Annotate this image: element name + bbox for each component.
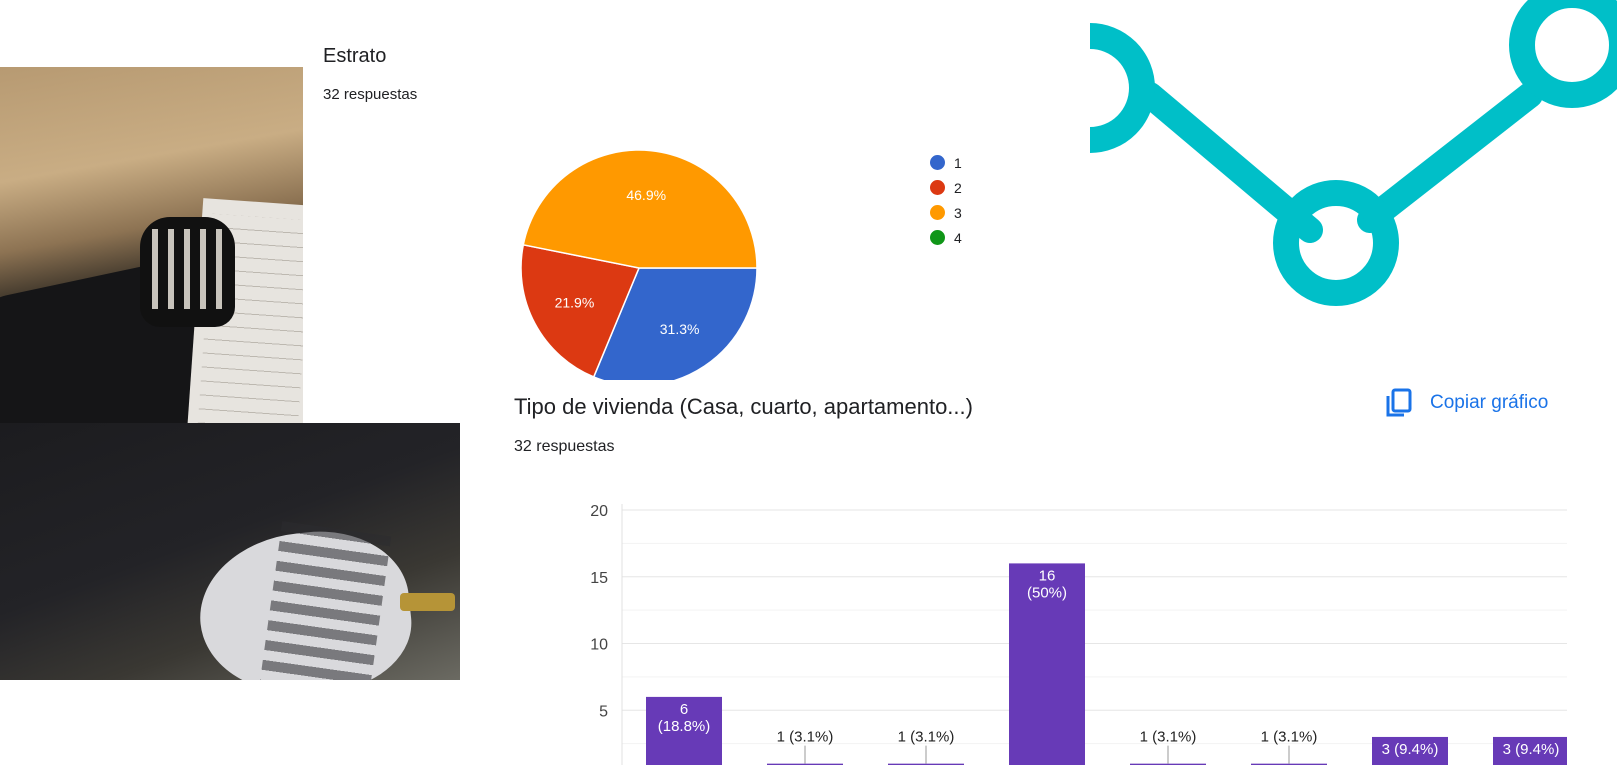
connector-line-right	[1357, 82, 1543, 233]
legend-dot-3	[930, 205, 945, 220]
survey-photo-top	[0, 67, 303, 427]
copy-icon	[1386, 388, 1412, 417]
photo-bag-print	[258, 521, 392, 680]
strata-legend: 1 2 3 4	[930, 150, 962, 250]
connector-node-right	[1509, 0, 1617, 108]
legend-item-3: 3	[930, 200, 962, 225]
legend-dot-4	[930, 230, 945, 245]
y-tick-20: 20	[590, 503, 608, 520]
photo-glove-pattern	[152, 229, 222, 309]
housing-question-title: Tipo de vivienda (Casa, cuarto, apartame…	[514, 394, 973, 419]
legend-label-3: 3	[954, 204, 962, 221]
pie-slice-3	[522, 149, 758, 269]
connector-node-left	[1090, 23, 1155, 153]
legend-item-1: 1	[930, 150, 962, 175]
housing-response-count: 32 respuestas	[514, 438, 615, 455]
strata-response-count: 32 respuestas	[323, 86, 418, 103]
strata-pie-chart: 31.3% 21.9% 46.9%	[520, 149, 758, 380]
connector-graphic-icon	[1090, 0, 1617, 306]
legend-dot-1	[930, 155, 945, 170]
y-tick-10: 10	[590, 637, 608, 654]
y-tick-15: 15	[590, 570, 608, 587]
legend-label-4: 4	[954, 229, 962, 246]
pie-label-2: 21.9%	[555, 294, 595, 310]
copy-chart-label: Copiar gráfico	[1430, 392, 1549, 413]
survey-photo-bottom	[0, 423, 460, 680]
copy-chart-button[interactable]: Copiar gráfico	[1386, 388, 1568, 418]
pie-label-3: 46.9%	[626, 187, 666, 203]
legend-item-2: 2	[930, 175, 962, 200]
bar-label-7: 3 (9.4%)	[1382, 741, 1439, 758]
legend-item-4: 4	[930, 225, 962, 250]
legend-label-1: 1	[954, 154, 962, 171]
y-tick-5: 5	[599, 703, 608, 720]
photo-bolt	[400, 593, 455, 611]
connector-node-middle	[1273, 180, 1399, 306]
bar-label-3: 1 (3.1%)	[898, 729, 955, 746]
bar-label-6: 1 (3.1%)	[1261, 729, 1318, 746]
legend-label-2: 2	[954, 179, 962, 196]
strata-question-title: Estrato	[323, 45, 387, 67]
bar-label-5: 1 (3.1%)	[1140, 729, 1197, 746]
legend-dot-2	[930, 180, 945, 195]
pie-label-1: 31.3%	[660, 321, 700, 337]
bar-label-2: 1 (3.1%)	[777, 729, 834, 746]
bar-label-8: 3 (9.4%)	[1503, 741, 1560, 758]
housing-bar-chart: 2015105 6 (18.8%)1 (3.1%) 1 (3.1%)16 (50%)1 …	[590, 503, 1567, 765]
